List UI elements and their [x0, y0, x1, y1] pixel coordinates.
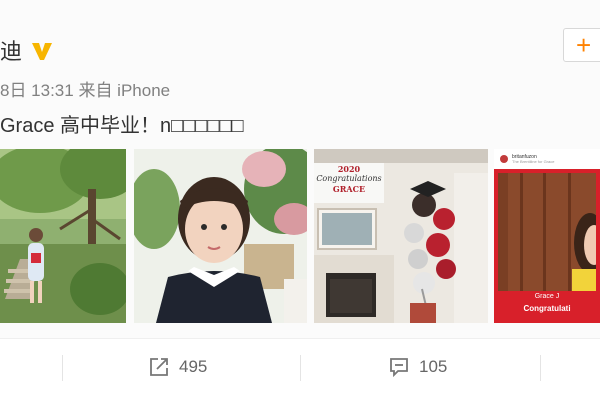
- action-bar: 495 105: [0, 339, 600, 394]
- instagram-caption-name: Grace J: [534, 293, 560, 300]
- share-count: 495: [179, 357, 208, 376]
- follow-button[interactable]: +: [563, 28, 600, 62]
- comment-button[interactable]: 105: [388, 356, 447, 378]
- garden-photo-image: [0, 149, 126, 323]
- plus-icon: +: [576, 30, 592, 60]
- share-button[interactable]: 495: [148, 356, 207, 378]
- grad-banner-name: GRACE: [332, 184, 366, 194]
- author-header: 迪: [0, 34, 54, 66]
- post-meta: 8日 13:31 来自 iPhone: [0, 81, 171, 100]
- instagram-sub: The Brentiline for Grace: [512, 158, 555, 164]
- photo-portrait[interactable]: [134, 149, 307, 323]
- grad-banner-text: Congratulations: [316, 174, 382, 183]
- instagram-caption: Grace J Congratulati: [494, 293, 600, 313]
- verified-icon: [32, 43, 53, 60]
- photo-garden[interactable]: [0, 149, 126, 323]
- action-separator: [540, 355, 541, 381]
- comment-icon: [390, 358, 408, 378]
- instagram-header: britanfuzon The Brentiline for Grace: [494, 149, 600, 169]
- grad-banner: 2020 Congratulations GRACE: [314, 165, 384, 193]
- action-separator: [300, 355, 301, 381]
- grad-banner-year: 2020: [337, 164, 361, 174]
- action-separator: [62, 355, 63, 381]
- photo-graduation-room[interactable]: 2020 Congratulations GRACE: [314, 149, 488, 323]
- share-icon: [150, 358, 168, 376]
- instagram-caption-text: Congratulati: [523, 304, 571, 313]
- portrait-photo-image: [134, 149, 307, 323]
- instagram-frame: Grace J Congratulati: [494, 169, 600, 323]
- photo-instagram-post[interactable]: britanfuzon The Brentiline for Grace Gra…: [494, 149, 600, 323]
- author-name[interactable]: 迪: [0, 34, 22, 66]
- comment-count: 105: [419, 357, 448, 376]
- instagram-photo-image: [498, 173, 596, 291]
- avatar: [500, 155, 508, 163]
- post-text: Grace 高中毕业！n□□□□□□: [0, 115, 244, 137]
